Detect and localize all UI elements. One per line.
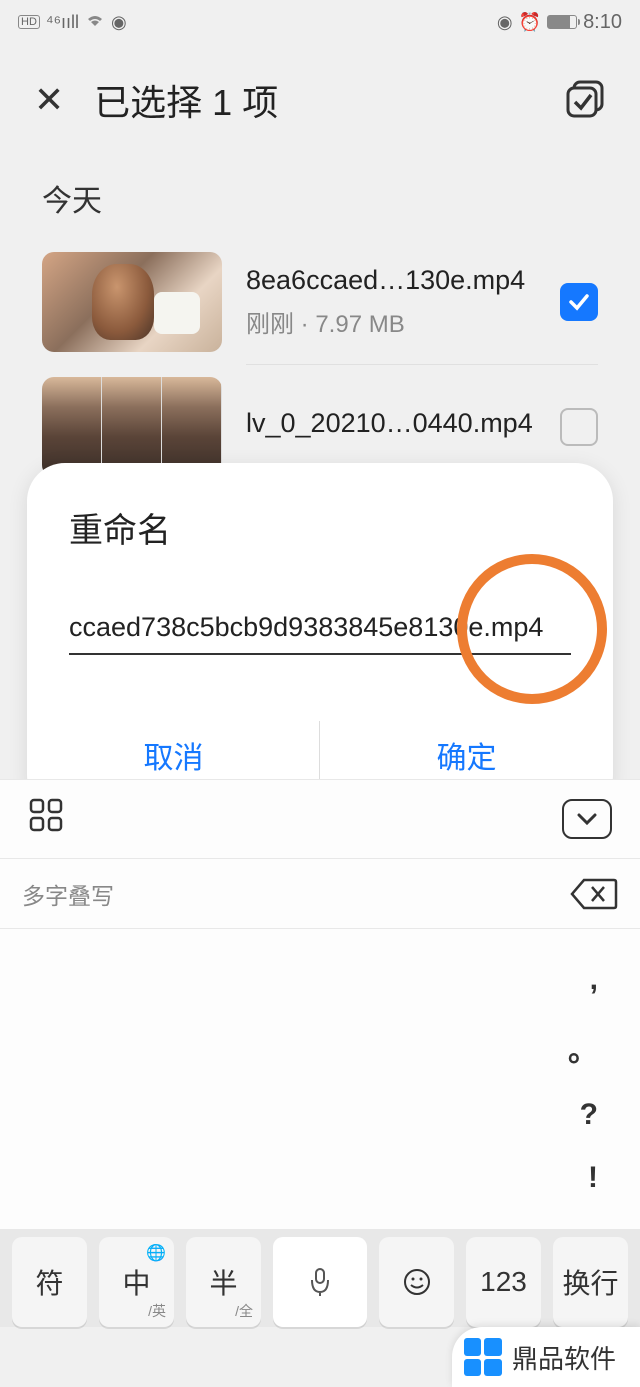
watermark-text: 鼎品软件 bbox=[512, 1339, 616, 1376]
file-name: 8ea6ccaed…130e.mp4 bbox=[246, 265, 536, 296]
punct-key[interactable]: ? bbox=[580, 1098, 598, 1132]
signal-icon: ⁴⁶ııll bbox=[46, 12, 79, 33]
emoji-key[interactable] bbox=[379, 1237, 454, 1327]
punct-key[interactable]: ! bbox=[588, 1161, 598, 1195]
keyboard-collapse-icon[interactable] bbox=[562, 799, 612, 839]
section-today: 今天 bbox=[0, 146, 640, 240]
rotate-icon: ◉ bbox=[111, 12, 127, 33]
clock: 8:10 bbox=[583, 11, 622, 34]
number-key[interactable]: 123 bbox=[466, 1237, 541, 1327]
watermark: 鼎品软件 bbox=[452, 1327, 640, 1387]
file-meta: 刚刚 · 7.97 MB bbox=[246, 304, 536, 339]
language-key[interactable]: 中 🌐 /英 bbox=[99, 1237, 174, 1327]
file-checkbox[interactable] bbox=[560, 283, 598, 321]
keyboard-menu-icon[interactable] bbox=[28, 797, 64, 841]
punct-key[interactable]: , bbox=[590, 963, 598, 997]
handwriting-area[interactable]: , 。 ? ! bbox=[0, 929, 640, 1229]
wifi-icon bbox=[85, 12, 105, 33]
watermark-icon bbox=[464, 1338, 502, 1376]
punct-key[interactable]: 。 bbox=[568, 1026, 598, 1070]
symbol-key[interactable]: 符 bbox=[12, 1237, 87, 1327]
header-title: 已选择 1 项 bbox=[94, 74, 536, 126]
dialog-title: 重命名 bbox=[27, 503, 613, 582]
rename-input[interactable] bbox=[69, 602, 571, 655]
alarm-icon: ⏰ bbox=[519, 12, 541, 33]
hd-icon: HD bbox=[18, 15, 40, 29]
eye-icon: ◉ bbox=[497, 12, 513, 33]
file-checkbox[interactable] bbox=[560, 408, 598, 446]
width-key[interactable]: 半 /全 bbox=[186, 1237, 261, 1327]
file-row[interactable]: 8ea6ccaed…130e.mp4 刚刚 · 7.97 MB bbox=[0, 240, 640, 364]
selection-header: ✕ 已选择 1 项 bbox=[0, 44, 640, 146]
video-thumbnail bbox=[42, 377, 222, 477]
enter-key[interactable]: 换行 bbox=[553, 1237, 628, 1327]
rename-dialog: 重命名 取消 确定 bbox=[27, 463, 613, 813]
backspace-icon[interactable] bbox=[570, 876, 618, 912]
video-thumbnail bbox=[42, 252, 222, 352]
status-bar: HD ⁴⁶ııll ◉ ◉ ⏰ 8:10 bbox=[0, 0, 640, 44]
handwriting-hint: 多字叠写 bbox=[22, 877, 114, 911]
keyboard: 多字叠写 , 。 ? ! 符 中 🌐 /英 半 /全 123 换行 bbox=[0, 779, 640, 1327]
battery-icon bbox=[547, 15, 577, 29]
close-icon[interactable]: ✕ bbox=[34, 79, 64, 121]
select-all-icon[interactable] bbox=[566, 80, 606, 120]
globe-icon: 🌐 bbox=[146, 1243, 166, 1263]
space-key[interactable] bbox=[273, 1237, 367, 1327]
file-name: lv_0_20210…0440.mp4 bbox=[246, 408, 536, 439]
